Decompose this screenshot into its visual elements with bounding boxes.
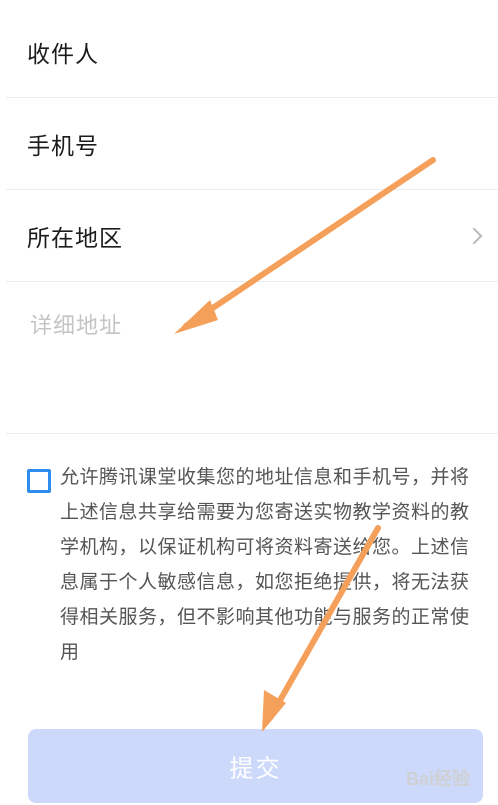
region-label: 所在地区: [27, 226, 123, 252]
region-row[interactable]: 所在地区: [0, 190, 498, 282]
phone-label: 手机号: [27, 134, 99, 160]
consent-section: 允许腾讯课堂收集您的地址信息和手机号，并将上述信息共享给需要为您寄送实物教学资料…: [0, 434, 498, 694]
consent-checkbox[interactable]: [27, 469, 51, 493]
phone-row[interactable]: 手机号: [0, 98, 498, 190]
baidu-watermark: Bai经验: [405, 769, 470, 789]
address-field[interactable]: 详细地址: [0, 282, 498, 434]
consent-text: 允许腾讯课堂收集您的地址信息和手机号，并将上述信息共享给需要为您寄送实物教学资料…: [60, 466, 470, 663]
chevron-right-icon: [465, 227, 483, 245]
recipient-row[interactable]: 收件人: [0, 6, 498, 98]
recipient-label: 收件人: [27, 42, 99, 68]
address-placeholder: 详细地址: [30, 314, 123, 339]
